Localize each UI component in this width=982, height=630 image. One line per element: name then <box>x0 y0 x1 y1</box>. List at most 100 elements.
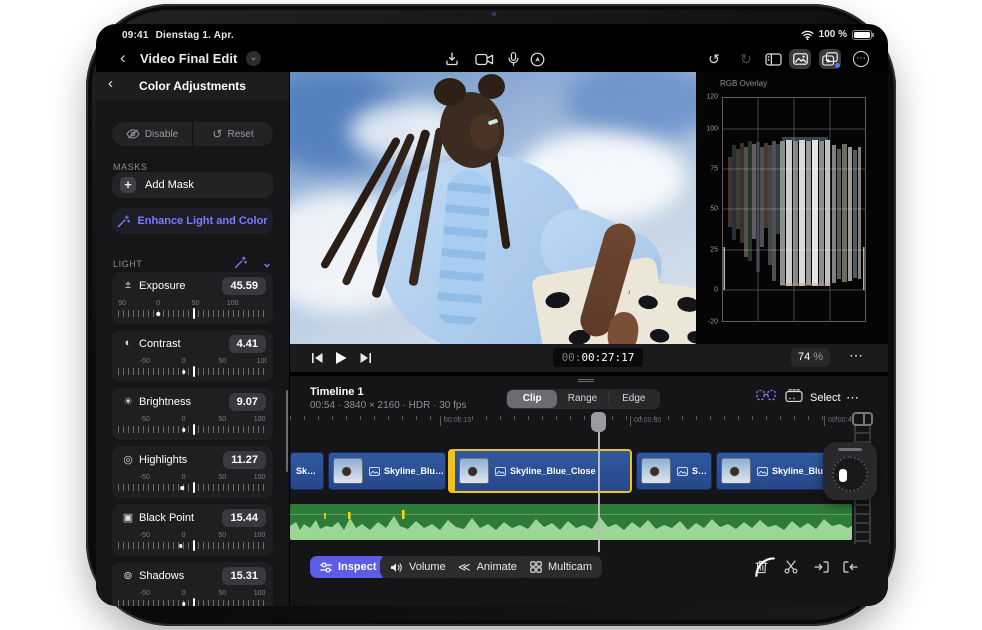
timeline-clip-selected[interactable]: Skyline_Blue_Close <box>448 449 632 493</box>
more-options-icon[interactable]: ⋯ <box>850 49 872 69</box>
shadows-slider[interactable]: -50 0 50 100 <box>118 590 267 606</box>
project-title[interactable]: Video Final Edit <box>140 51 237 66</box>
insert-clip-icon[interactable] <box>812 558 830 576</box>
clip-thumbnail <box>459 458 489 484</box>
color-adjustments-panel: ‹ Color Adjustments Disable ↺ Reset MASK… <box>96 72 289 606</box>
viewer-zoom-level[interactable]: 74% <box>790 348 830 367</box>
connect-clips-icon[interactable] <box>756 389 776 401</box>
browser-panel-icon[interactable] <box>762 49 784 69</box>
effects-browser-icon[interactable] <box>819 49 841 69</box>
magic-wand-icon <box>117 214 131 228</box>
picture-icon <box>757 466 768 476</box>
timeline-clip[interactable]: Skyline_Blue_Wide <box>328 452 446 490</box>
next-frame-icon[interactable] <box>356 350 374 366</box>
slider-name: Shadows <box>139 570 185 582</box>
back-chevron-icon[interactable]: ‹ <box>120 47 126 69</box>
enhance-label: Enhance Light and Color <box>137 215 268 227</box>
jog-dial[interactable] <box>832 456 868 492</box>
media-library-icon[interactable] <box>789 49 811 69</box>
select-tool-label[interactable]: Select <box>810 392 841 404</box>
black-point-slider[interactable]: -50 0 50 100 <box>118 532 267 552</box>
redo-icon[interactable]: ↻ <box>735 49 757 69</box>
edit-mode-segmented-control: Clip Range Edge <box>506 389 660 409</box>
ruler-label: 00:00:30 <box>630 416 661 426</box>
slider-value-field[interactable]: 15.44 <box>222 509 266 527</box>
viewer-area: RGB Overlay 120 100 75 50 25 0 -20 <box>290 72 888 344</box>
jog-knob[interactable] <box>839 469 847 482</box>
video-track: Sk… Skyline_Blue_Wide Skyline_Blue_Close… <box>290 449 852 493</box>
undo-icon[interactable]: ↺ <box>703 49 725 69</box>
multicam-button[interactable]: Multicam <box>520 556 603 578</box>
slider-contrast: ◐ Contrast 4.41 -50 0 50 100 <box>112 330 273 382</box>
picture-icon <box>677 466 688 476</box>
status-time: 09:41 <box>122 30 149 41</box>
timeline-panel: Timeline 1 00:54 · 3840 × 2160 · HDR · 3… <box>290 376 888 606</box>
shadows-icon: ⊚ <box>123 570 133 582</box>
scope-title: RGB Overlay <box>720 79 768 88</box>
inspect-button[interactable]: Inspect <box>310 556 387 578</box>
light-collapse-chevron-icon[interactable]: ⌄ <box>262 256 272 270</box>
timeline-zoom-thumb[interactable] <box>852 412 873 426</box>
brightness-slider[interactable]: -50 0 50 100 <box>118 416 267 436</box>
slider-name: Exposure <box>139 280 186 292</box>
brightness-icon: ☀ <box>123 396 133 408</box>
reset-label: Reset <box>227 128 254 140</box>
jog-wheel[interactable] <box>823 442 877 500</box>
exposure-slider[interactable]: -50 0 50 100 <box>118 300 267 320</box>
picture-icon <box>369 466 380 476</box>
timeline-clip[interactable]: Sk… <box>290 452 324 490</box>
slider-value-field[interactable]: 4.41 <box>228 335 266 353</box>
mode-range[interactable]: Range <box>557 390 607 408</box>
clip-appearance-icon[interactable] <box>785 389 803 402</box>
video-preview[interactable] <box>290 72 696 344</box>
ruler-label: 00:00:15 <box>440 416 471 426</box>
playhead-line[interactable] <box>598 420 600 552</box>
append-clip-icon[interactable] <box>841 558 859 576</box>
timeline-ruler[interactable]: 00:00:15 00:00:30 00:00:45 <box>290 414 855 428</box>
volume-button[interactable]: Volume <box>380 556 456 578</box>
disable-button[interactable]: Disable <box>112 122 192 146</box>
pointer-navigate-icon[interactable] <box>526 49 548 69</box>
select-more-icon[interactable]: ⋯ <box>846 390 860 406</box>
slider-shadows: ⊚ Shadows 15.31 -50 0 50 100 <box>112 562 273 606</box>
wifi-icon <box>801 30 814 40</box>
add-mask-label: Add Mask <box>145 179 194 191</box>
audio-clip[interactable] <box>290 504 852 540</box>
mode-edge[interactable]: Edge <box>607 390 659 408</box>
viewer-more-icon[interactable]: ⋯ <box>849 347 864 364</box>
jog-grab-bar[interactable] <box>838 448 862 451</box>
timeline-drag-handle[interactable] <box>578 379 594 382</box>
slider-value-field[interactable]: 45.59 <box>222 277 266 295</box>
timeline-clip[interactable]: S… <box>636 452 712 490</box>
slider-name: Contrast <box>139 338 181 350</box>
slider-value-field[interactable]: 15.31 <box>222 567 266 585</box>
slider-value-field[interactable]: 11.27 <box>223 451 266 469</box>
clip-thumbnail <box>641 458 671 484</box>
battery-icon <box>852 29 874 40</box>
inspect-icon <box>320 561 332 573</box>
timeline-name[interactable]: Timeline 1 <box>310 386 364 398</box>
slider-highlights: ◎ Highlights 11.27 -50 0 50 100 <box>112 446 273 498</box>
battery-percent: 100 % <box>818 29 847 40</box>
camera-record-icon[interactable] <box>473 49 495 69</box>
title-dropdown-icon[interactable]: ⌄ <box>246 51 261 66</box>
play-button[interactable] <box>332 350 350 366</box>
slider-exposure: ± Exposure 45.59 -50 0 50 100 <box>112 272 273 324</box>
mode-clip[interactable]: Clip <box>507 390 558 408</box>
animate-button[interactable]: ≪ Animate <box>448 556 527 578</box>
blade-cut-icon[interactable] <box>782 558 800 576</box>
highlights-slider[interactable]: -50 0 50 100 <box>118 474 267 494</box>
enhance-light-color-button[interactable]: Enhance Light and Color <box>112 208 273 234</box>
import-media-icon[interactable] <box>441 49 463 69</box>
playhead-handle[interactable] <box>591 412 606 432</box>
microphone-icon[interactable] <box>502 49 524 69</box>
contrast-slider[interactable]: -50 0 50 100 <box>118 358 267 378</box>
add-mask-button[interactable]: + Add Mask <box>112 172 273 198</box>
reset-button[interactable]: ↺ Reset <box>192 122 273 146</box>
picture-icon <box>495 466 506 476</box>
slider-value-field[interactable]: 9.07 <box>228 393 266 411</box>
black-point-icon: ▣ <box>122 512 134 524</box>
light-wand-icon[interactable] <box>234 256 247 269</box>
previous-frame-icon[interactable] <box>308 350 326 366</box>
panel-scrollbar[interactable] <box>286 390 288 472</box>
